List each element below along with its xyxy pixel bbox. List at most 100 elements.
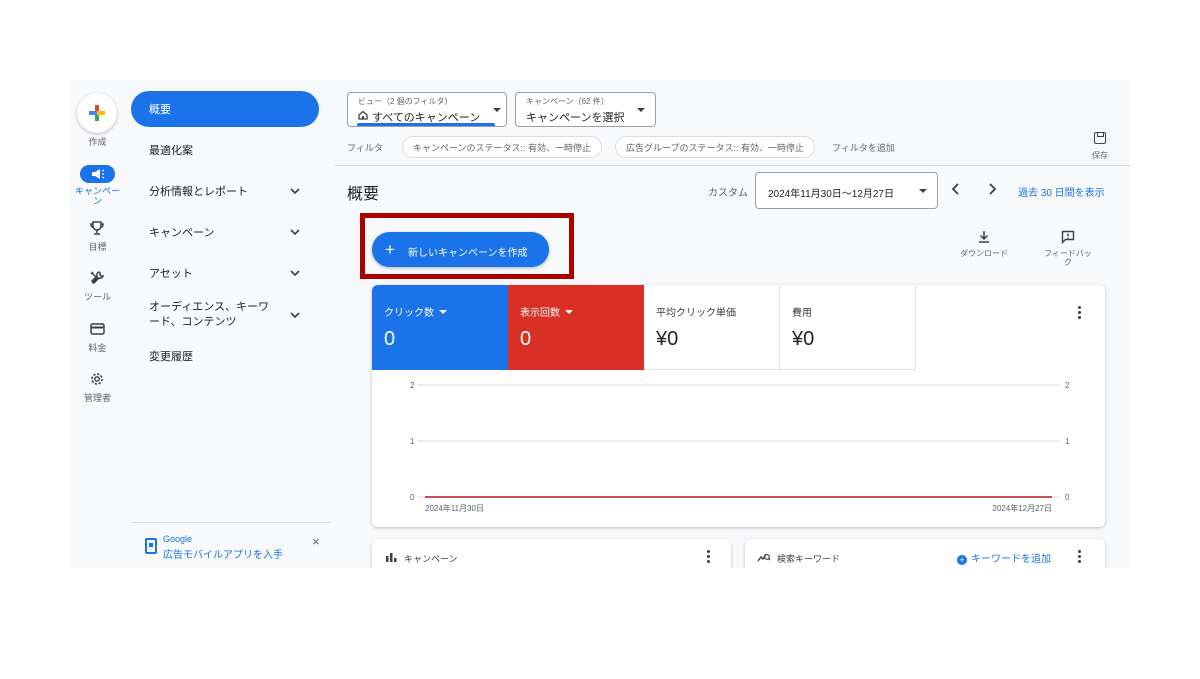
chevron-right-icon[interactable]: [985, 182, 999, 196]
campaigns-card-title: キャンペーン: [404, 554, 458, 564]
save-button[interactable]: 保存: [1088, 130, 1112, 164]
promo-brand: Google: [163, 534, 193, 544]
campaigns-card: キャンペーン: [372, 539, 731, 568]
nav-item-label: アセット: [149, 268, 193, 280]
date-range-value: 2024年11月30日〜12月27日: [768, 189, 894, 200]
more-vert-icon[interactable]: [1078, 306, 1082, 320]
y-tick-label-left: 1: [410, 437, 415, 446]
create-button[interactable]: [77, 93, 117, 133]
metric-label: 費用: [792, 308, 812, 319]
mobile-app-promo[interactable]: Google 広告モバイルアプリを入手 ×: [145, 532, 325, 562]
rail-item-tools[interactable]: [84, 269, 110, 287]
rail-label-tools: ツール: [83, 292, 111, 302]
tools-icon: [90, 271, 104, 285]
view-dropdown-caption: ビュー（2 個のフィルタ）: [358, 97, 453, 106]
main-content: ビュー（2 個のフィルタ） すべてのキャンペーン キャンペーン（62 件） キャ…: [335, 80, 1130, 568]
rail-label-goals: 目標: [88, 242, 107, 252]
nav-item-label: 変更履歴: [149, 351, 193, 363]
billing-card-icon: [89, 323, 105, 335]
y-tick-label-right: 1: [1065, 437, 1070, 446]
filter-chip-adgroup-status[interactable]: 広告グループのステータス:: 有効、一時停止: [615, 136, 815, 158]
mobile-phone-icon: [145, 538, 157, 554]
nav-item-recommendations[interactable]: 最適化案: [131, 132, 319, 168]
left-rail: 作成 キャンペー ン 目標 ツール 料金 管理者: [70, 80, 125, 568]
metric-value: 0: [520, 328, 532, 350]
add-filter-link[interactable]: フィルタを追加: [832, 141, 895, 154]
feedback-label: フィードバッ ク: [1044, 249, 1092, 267]
metric-label: 表示回数: [520, 308, 560, 319]
rail-item-goals[interactable]: [84, 219, 110, 237]
rail-item-campaigns[interactable]: [80, 165, 115, 183]
metric-avg-cpc[interactable]: 平均クリック単価 ¥0: [644, 285, 780, 370]
performance-card: クリック数 0 表示回数 0 平均クリック単価 ¥0 費用 ¥0 0 0 1 1 2 2 2…: [372, 285, 1105, 527]
rail-label-admin: 管理者: [83, 393, 111, 403]
last-30-days-link[interactable]: 過去 30 日間を表示: [1018, 184, 1105, 199]
y-tick-label-right: 2: [1065, 381, 1070, 390]
page-title: 概要: [347, 186, 380, 203]
chevron-left-icon[interactable]: [949, 182, 963, 196]
add-keyword-link[interactable]: + キーワードを追加: [957, 550, 1051, 565]
plus-icon: +: [385, 240, 395, 259]
metric-label: 平均クリック単価: [656, 308, 736, 319]
filter-bar: フィルタ キャンペーンのステータス:: 有効、一時停止 広告グループのステータス…: [335, 134, 1130, 166]
nav-item-insights-reports[interactable]: 分析情報とレポート: [131, 173, 319, 209]
colorful-plus-icon: [89, 105, 105, 121]
metric-value: ¥0: [656, 328, 679, 350]
nav-item-campaigns[interactable]: キャンペーン: [131, 214, 319, 250]
metric-impressions[interactable]: 表示回数 0: [508, 285, 644, 370]
feedback-button[interactable]: フィードバッ ク: [1033, 230, 1103, 270]
date-range-dropdown[interactable]: 2024年11月30日〜12月27日: [755, 172, 938, 209]
nav-item-overview[interactable]: 概要: [131, 91, 319, 127]
metric-value: ¥0: [792, 328, 815, 350]
nav-item-assets[interactable]: アセット: [131, 255, 319, 291]
y-tick-label-right: 0: [1065, 493, 1070, 502]
view-dropdown[interactable]: ビュー（2 個のフィルタ） すべてのキャンペーン: [347, 92, 507, 127]
nav-item-change-history[interactable]: 変更履歴: [131, 338, 319, 374]
more-vert-icon[interactable]: [1078, 550, 1082, 564]
megaphone-icon: [91, 169, 104, 179]
nav-item-label: キャンペーン: [149, 227, 215, 239]
nav-item-label: 最適化案: [149, 145, 193, 157]
filter-chip-campaign-status[interactable]: キャンペーンのステータス:: 有効、一時停止: [402, 136, 603, 158]
date-preset-label: カスタム: [708, 188, 748, 199]
download-label: ダウンロード: [960, 249, 1008, 258]
nav-item-label: オーディエンス、キーワード、コンテンツ: [149, 301, 270, 328]
create-label: 作成: [88, 137, 107, 147]
dropdown-arrow-icon: [439, 310, 447, 314]
campaign-dropdown[interactable]: キャンペーン（62 件） キャンペーンを選択: [515, 92, 656, 127]
campaign-dropdown-caption: キャンペーン（62 件）: [526, 97, 609, 106]
nav-item-label: 概要: [149, 104, 171, 116]
new-campaign-button[interactable]: + 新しいキャンペーンを作成: [372, 232, 549, 267]
filter-label: フィルタ: [347, 143, 383, 153]
performance-line-chart: 0 0 1 1 2 2 2024年11月30日 2024年12月27日: [410, 381, 1070, 513]
campaign-dropdown-value: キャンペーンを選択: [526, 112, 625, 124]
rail-label-billing: 料金: [88, 343, 107, 353]
metric-cost[interactable]: 費用 ¥0: [780, 285, 916, 370]
add-keyword-label: キーワードを追加: [971, 554, 1051, 565]
save-label: 保存: [1092, 151, 1108, 160]
dropdown-arrow-icon: [919, 189, 927, 193]
y-tick-label-left: 0: [410, 493, 415, 502]
trend-search-icon: [757, 553, 771, 562]
nav-divider: [131, 522, 331, 523]
close-icon[interactable]: ×: [312, 534, 320, 549]
rail-item-admin[interactable]: [84, 370, 110, 388]
dropdown-arrow-icon: [637, 108, 645, 112]
keywords-card: 検索キーワード + キーワードを追加: [745, 539, 1105, 568]
dropdown-arrow-icon: [493, 108, 501, 112]
download-button[interactable]: ダウンロード: [949, 230, 1019, 270]
rail-label-campaigns: キャンペー ン: [74, 186, 120, 206]
nav-panel: 概要 最適化案 分析情報とレポート キャンペーン アセット オーディエンス、キー…: [125, 80, 335, 568]
nav-item-audiences-keywords[interactable]: オーディエンス、キーワード、コンテンツ: [131, 295, 319, 335]
x-tick-label-end: 2024年12月27日: [992, 503, 1052, 513]
chevron-down-icon: [290, 188, 300, 195]
rail-item-billing[interactable]: [84, 320, 110, 338]
google-ads-app: 作成 キャンペー ン 目標 ツール 料金 管理者 概要 最適化案 分析情報とレポ…: [70, 80, 1130, 568]
chevron-down-icon: [290, 270, 300, 277]
more-vert-icon[interactable]: [707, 550, 711, 564]
new-campaign-label: 新しいキャンペーンを作成: [408, 248, 528, 259]
chevron-down-icon: [290, 312, 300, 319]
dropdown-arrow-icon: [565, 310, 573, 314]
metric-clicks[interactable]: クリック数 0: [372, 285, 508, 370]
metric-label: クリック数: [384, 308, 434, 319]
